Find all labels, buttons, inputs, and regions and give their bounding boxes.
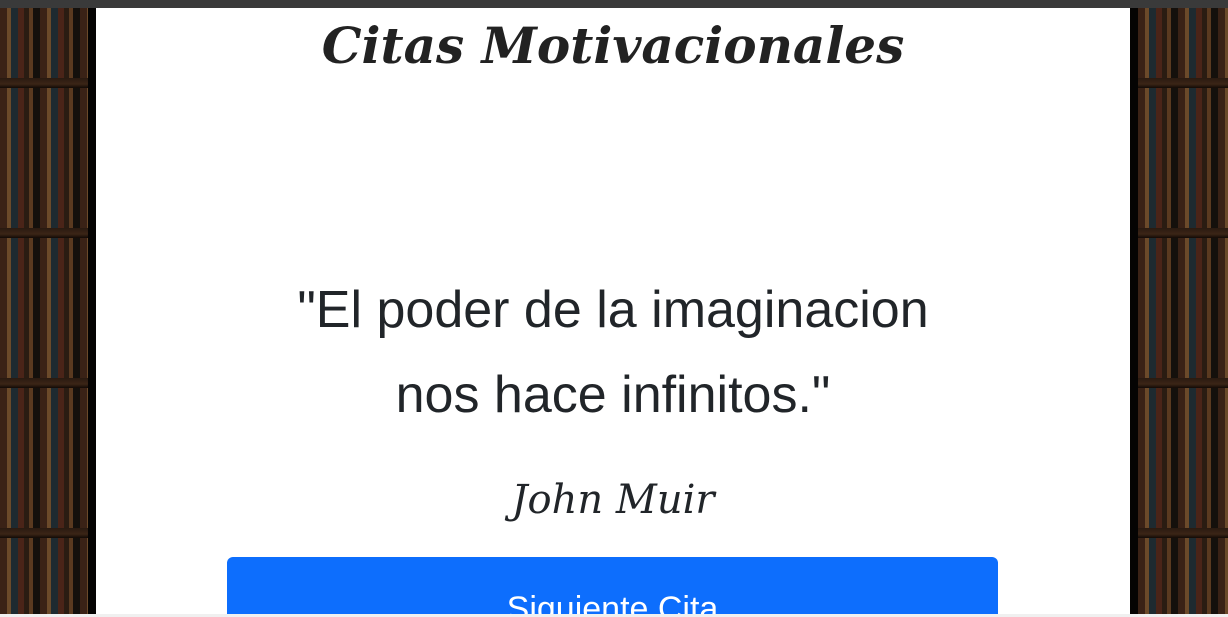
- bookshelf-background-right: [1138, 8, 1228, 617]
- quote-text: "El poder de la imaginacion nos hace inf…: [297, 281, 929, 424]
- quote-card: Citas Motivacionales "El poder de la ima…: [96, 8, 1130, 617]
- bookshelf-background-left: [0, 8, 88, 617]
- background-edge-left: [88, 8, 96, 617]
- browser-top-bar: [0, 0, 1228, 8]
- next-quote-button[interactable]: Siguiente Cita: [227, 557, 998, 617]
- background-edge-right: [1130, 8, 1138, 617]
- quote-author: John Muir: [511, 477, 715, 523]
- page-title: Citas Motivacionales: [321, 15, 905, 75]
